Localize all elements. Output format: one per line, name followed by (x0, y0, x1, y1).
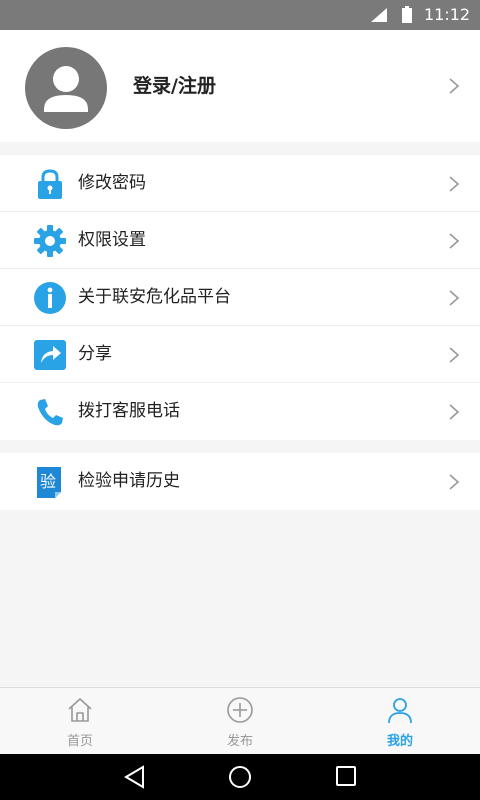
user-icon (388, 698, 412, 724)
home-icon (68, 698, 92, 722)
tab-home[interactable]: 首页 (40, 688, 120, 755)
menu-item-permission-settings[interactable]: 权限设置 (0, 212, 480, 269)
signal-icon (371, 8, 387, 22)
verify-icon-text: 验 (40, 472, 56, 491)
menu-item-label: 修改密码 (78, 173, 146, 193)
menu-item-change-password[interactable]: 修改密码 (0, 155, 480, 212)
chevron-right-icon (449, 290, 460, 306)
verify-icon: 验 (37, 467, 61, 498)
phone-icon (37, 399, 63, 426)
back-icon[interactable] (123, 765, 145, 789)
battery-icon (402, 6, 412, 23)
login-register-label: 登录/注册 (133, 75, 216, 97)
menu-item-about-platform[interactable]: 关于联安危化品平台 (0, 269, 480, 326)
status-bar: 11:12 (0, 0, 480, 30)
profile-login-row[interactable]: 登录/注册 (0, 30, 480, 142)
tab-publish[interactable]: 发布 (200, 688, 280, 755)
tab-label: 发布 (226, 734, 253, 749)
history-menu: 验 检验申请历史 (0, 453, 480, 510)
tab-label: 我的 (386, 734, 413, 749)
lock-icon (38, 169, 62, 199)
status-clock: 11:12 (424, 5, 471, 24)
chevron-right-icon (449, 474, 460, 490)
tab-label: 首页 (66, 734, 93, 749)
plus-circle-icon (227, 697, 253, 723)
home-nav-icon[interactable] (228, 765, 252, 789)
avatar (25, 47, 107, 129)
system-nav-bar (0, 754, 480, 800)
recents-icon[interactable] (335, 765, 357, 787)
chevron-right-icon (449, 78, 460, 94)
menu-item-inspection-history[interactable]: 验 检验申请历史 (0, 453, 480, 510)
chevron-right-icon (449, 176, 460, 192)
chevron-right-icon (449, 347, 460, 363)
bottom-tab-bar: 首页 发布 我的 (0, 687, 480, 754)
share-icon (34, 340, 66, 370)
menu-item-label: 拨打客服电话 (78, 401, 180, 421)
user-avatar-icon (44, 66, 88, 112)
chevron-right-icon (449, 404, 460, 420)
menu-item-label: 检验申请历史 (78, 471, 180, 491)
tab-mine[interactable]: 我的 (360, 688, 440, 755)
menu-item-call-service[interactable]: 拨打客服电话 (0, 383, 480, 440)
menu-item-share[interactable]: 分享 (0, 326, 480, 383)
menu-item-label: 关于联安危化品平台 (78, 287, 231, 307)
menu-item-label: 权限设置 (78, 230, 146, 250)
info-icon (34, 282, 66, 314)
menu-item-label: 分享 (78, 344, 112, 364)
gear-icon (34, 225, 66, 257)
chevron-right-icon (449, 233, 460, 249)
settings-menu: 修改密码 权限设置 关于联安危化品平台 分享 拨打客服电话 (0, 155, 480, 440)
